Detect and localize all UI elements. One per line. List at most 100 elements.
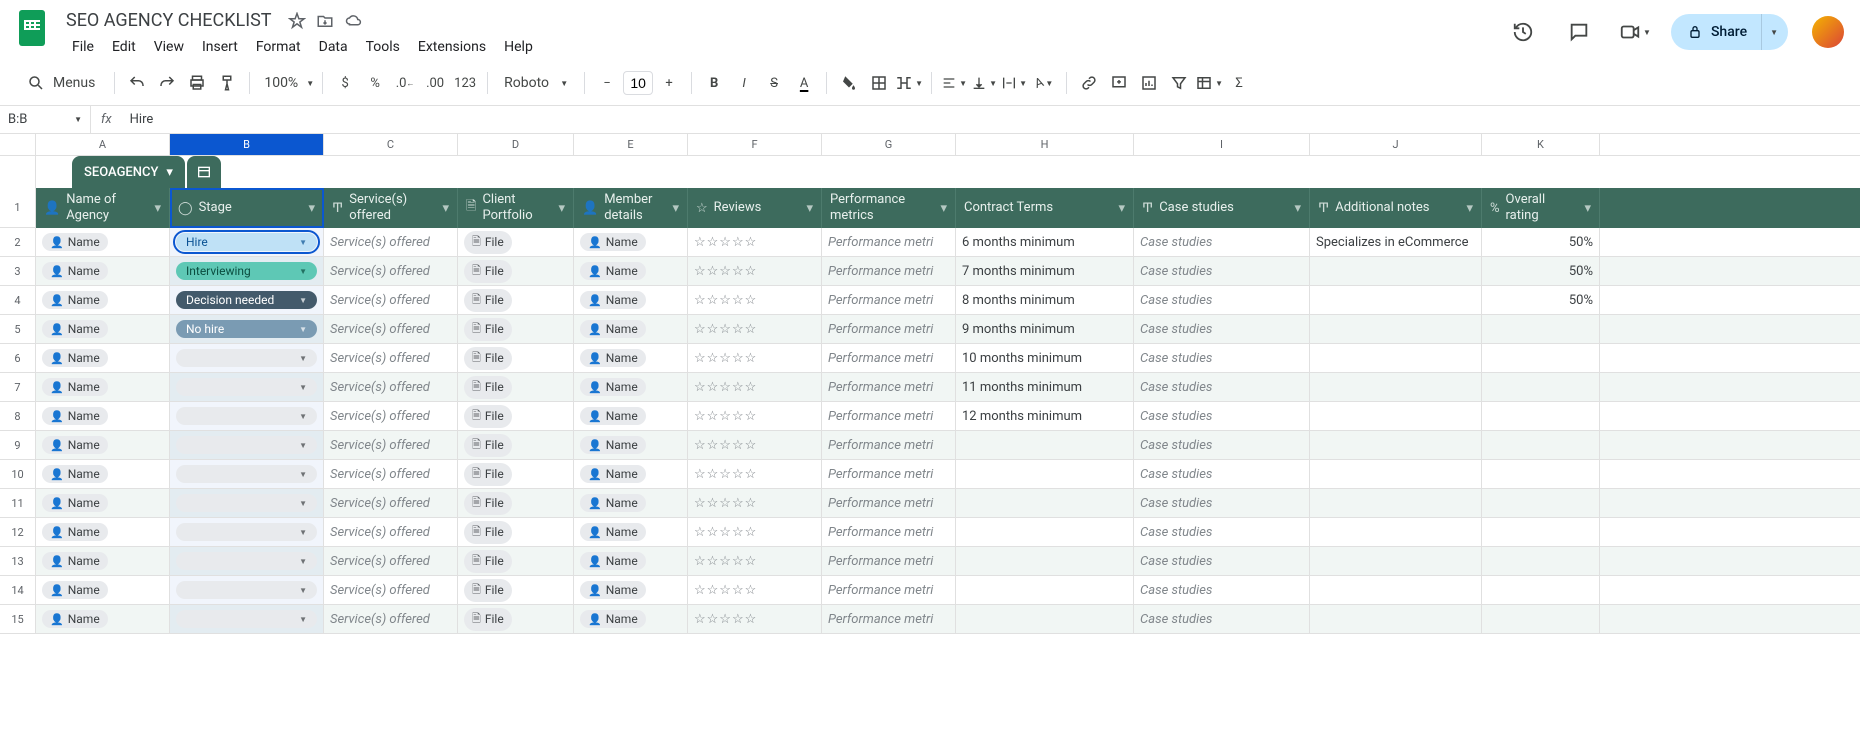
- cell-cases[interactable]: Case studies: [1134, 489, 1310, 517]
- row-header-6[interactable]: 6: [0, 344, 36, 373]
- cell-contract[interactable]: 8 months minimum: [956, 286, 1134, 314]
- cell-services[interactable]: Service(s) offered: [324, 286, 458, 314]
- col-header-b[interactable]: B: [170, 134, 324, 155]
- name-chip[interactable]: 👤Name: [42, 233, 108, 251]
- cell-reviews[interactable]: ☆☆☆☆☆: [688, 576, 822, 604]
- cell-stage[interactable]: Decision needed▼: [170, 286, 324, 314]
- cell-services[interactable]: Service(s) offered: [324, 257, 458, 285]
- table-expand-icon[interactable]: [187, 156, 221, 188]
- name-chip[interactable]: 👤Name: [42, 320, 108, 338]
- header-rating[interactable]: %Overall rating▾: [1482, 188, 1600, 228]
- link-icon[interactable]: [1075, 69, 1103, 97]
- col-header-c[interactable]: C: [324, 134, 458, 155]
- stage-pill[interactable]: ▼: [176, 407, 317, 425]
- row-header-2[interactable]: 2: [0, 228, 36, 257]
- header-stage[interactable]: ◯Stage▾: [170, 188, 324, 228]
- chevron-down-icon[interactable]: ▾: [308, 201, 315, 216]
- file-chip[interactable]: 🗎File: [464, 318, 512, 341]
- text-color-icon[interactable]: A: [790, 69, 818, 97]
- cell-cases[interactable]: Case studies: [1134, 286, 1310, 314]
- cell-name[interactable]: 👤Name: [36, 518, 170, 546]
- increase-decimal-icon[interactable]: .00: [421, 69, 449, 97]
- cell-reviews[interactable]: ☆☆☆☆☆: [688, 228, 822, 256]
- menu-format[interactable]: Format: [248, 35, 309, 59]
- cell-cases[interactable]: Case studies: [1134, 518, 1310, 546]
- chevron-down-icon[interactable]: ▾: [442, 201, 449, 216]
- paint-format-icon[interactable]: [213, 69, 241, 97]
- file-chip[interactable]: 🗎File: [464, 550, 512, 573]
- name-chip[interactable]: 👤Name: [42, 378, 108, 396]
- decrease-decimal-icon[interactable]: .0←: [391, 69, 419, 97]
- cell-portfolio[interactable]: 🗎File: [458, 257, 574, 285]
- name-chip[interactable]: 👤Name: [42, 610, 108, 628]
- chevron-down-icon[interactable]: ▾: [1466, 201, 1473, 216]
- cell-contract[interactable]: 7 months minimum: [956, 257, 1134, 285]
- cell-perf[interactable]: Performance metri: [822, 373, 956, 401]
- print-icon[interactable]: [183, 69, 211, 97]
- cell-stage[interactable]: ▼: [170, 402, 324, 430]
- cell-services[interactable]: Service(s) offered: [324, 402, 458, 430]
- cell-notes[interactable]: [1310, 286, 1482, 314]
- cell-member[interactable]: 👤Name: [574, 228, 688, 256]
- col-header-a[interactable]: A: [36, 134, 170, 155]
- cell-name[interactable]: 👤Name: [36, 547, 170, 575]
- cell-notes[interactable]: [1310, 373, 1482, 401]
- cell-member[interactable]: 👤Name: [574, 547, 688, 575]
- wrap-icon[interactable]: ▼: [1000, 69, 1028, 97]
- cell-contract[interactable]: [956, 518, 1134, 546]
- row-header-11[interactable]: 11: [0, 489, 36, 518]
- cell-member[interactable]: 👤Name: [574, 402, 688, 430]
- cell-notes[interactable]: [1310, 460, 1482, 488]
- cell-name[interactable]: 👤Name: [36, 489, 170, 517]
- name-chip[interactable]: 👤Name: [42, 262, 108, 280]
- cell-name[interactable]: 👤Name: [36, 373, 170, 401]
- cell-stage[interactable]: Interviewing▼: [170, 257, 324, 285]
- strikethrough-icon[interactable]: S: [760, 69, 788, 97]
- cell-stage[interactable]: No hire▼: [170, 315, 324, 343]
- cell-cases[interactable]: Case studies: [1134, 605, 1310, 633]
- cell-perf[interactable]: Performance metri: [822, 547, 956, 575]
- meet-icon[interactable]: ▼: [1615, 12, 1655, 52]
- cell-notes[interactable]: [1310, 605, 1482, 633]
- row-header-3[interactable]: 3: [0, 257, 36, 286]
- cell-services[interactable]: Service(s) offered: [324, 228, 458, 256]
- cell-perf[interactable]: Performance metri: [822, 518, 956, 546]
- cell-stage[interactable]: ▼: [170, 576, 324, 604]
- menu-data[interactable]: Data: [311, 35, 356, 59]
- cell-member[interactable]: 👤Name: [574, 315, 688, 343]
- header-cases[interactable]: ͲCase studies▾: [1134, 188, 1310, 228]
- name-chip[interactable]: 👤Name: [580, 581, 646, 599]
- menu-edit[interactable]: Edit: [104, 35, 144, 59]
- italic-icon[interactable]: I: [730, 69, 758, 97]
- formula-input[interactable]: Hire: [122, 112, 1860, 127]
- cell-portfolio[interactable]: 🗎File: [458, 315, 574, 343]
- cell-portfolio[interactable]: 🗎File: [458, 402, 574, 430]
- cell-perf[interactable]: Performance metri: [822, 286, 956, 314]
- cell-contract[interactable]: [956, 605, 1134, 633]
- stage-pill[interactable]: Hire▼: [176, 233, 317, 251]
- cell-cases[interactable]: Case studies: [1134, 402, 1310, 430]
- cell-rating[interactable]: 50%: [1482, 228, 1600, 256]
- col-header-k[interactable]: K: [1482, 134, 1600, 155]
- header-contract[interactable]: Contract Terms▾: [956, 188, 1134, 228]
- cell-contract[interactable]: 12 months minimum: [956, 402, 1134, 430]
- cell-contract[interactable]: [956, 489, 1134, 517]
- cell-portfolio[interactable]: 🗎File: [458, 373, 574, 401]
- cell-stage[interactable]: ▼: [170, 605, 324, 633]
- name-chip[interactable]: 👤Name: [42, 291, 108, 309]
- name-chip[interactable]: 👤Name: [580, 320, 646, 338]
- select-all-corner[interactable]: [0, 134, 36, 155]
- name-box[interactable]: B:B▼: [0, 112, 90, 127]
- name-chip[interactable]: 👤Name: [42, 349, 108, 367]
- cell-stage[interactable]: ▼: [170, 344, 324, 372]
- row-header-1[interactable]: 1: [0, 188, 36, 228]
- cell-rating[interactable]: [1482, 489, 1600, 517]
- name-chip[interactable]: 👤Name: [42, 581, 108, 599]
- cell-name[interactable]: 👤Name: [36, 315, 170, 343]
- name-chip[interactable]: 👤Name: [42, 552, 108, 570]
- name-chip[interactable]: 👤Name: [42, 465, 108, 483]
- header-member[interactable]: 👤Member details▾: [574, 188, 688, 228]
- header-reviews[interactable]: ☆Reviews▾: [688, 188, 822, 228]
- col-header-e[interactable]: E: [574, 134, 688, 155]
- fill-color-icon[interactable]: [835, 69, 863, 97]
